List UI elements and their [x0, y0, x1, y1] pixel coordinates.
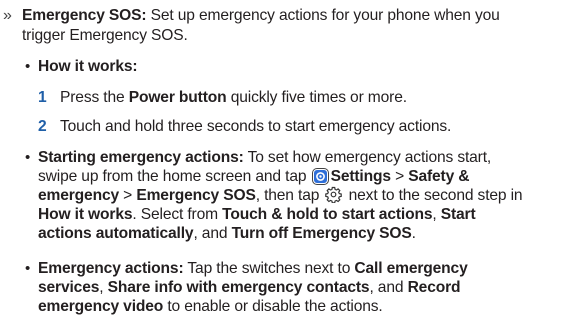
actions-line-3: emergency video to enable or disable the… [38, 297, 383, 317]
intro-title: Emergency SOS: [22, 7, 147, 24]
settings-app-icon [311, 168, 329, 185]
share-option: Share info with emergency contacts [107, 279, 370, 296]
record-option: Record [407, 279, 461, 296]
actions-heading: Emergency actions: [38, 260, 184, 277]
separator: > [119, 187, 137, 204]
step-number-2: 2 [38, 118, 47, 135]
step-2: Touch and hold three seconds to start em… [60, 117, 451, 137]
intro-text: Set up emergency actions for your phone … [150, 7, 500, 24]
intro-text-2: trigger Emergency SOS. [22, 27, 188, 44]
intro-line-1: Emergency SOS: Set up emergency actions … [22, 6, 500, 26]
step-1-post: quickly five times or more. [226, 89, 407, 106]
emergency-label: emergency [38, 187, 119, 204]
separator: , [99, 279, 108, 296]
period: . [411, 225, 416, 242]
starting-text: To set how emergency actions start, [247, 149, 492, 166]
section-marker: » [3, 7, 12, 24]
step-1-pre: Press the [60, 89, 129, 106]
starting-text: swipe up from the home screen and tap [38, 168, 307, 185]
how-it-works-title: How it works: [38, 57, 138, 77]
starting-text: next to the second step in [348, 187, 523, 204]
step-2-text: Touch and hold three seconds to start em… [60, 118, 452, 135]
separator: , and [369, 279, 408, 296]
starting-text: , then tap [255, 187, 320, 204]
starting-heading: Starting emergency actions: [38, 149, 244, 166]
step-1: Press the Power button quickly five time… [60, 88, 407, 108]
settings-label: Settings [330, 168, 391, 185]
starting-line-2: swipe up from the home screen and tap Se… [38, 167, 470, 187]
bullet: • [25, 149, 31, 166]
bullet: • [25, 260, 31, 277]
safety-label: Safety & [408, 168, 470, 185]
call-option: Call emergency [354, 260, 468, 277]
starting-line-3: emergency > Emergency SOS, then tap next… [38, 186, 523, 206]
actions-line-2: services, Share info with emergency cont… [38, 278, 461, 298]
actions-text: to enable or disable the actions. [163, 298, 383, 315]
gear-icon [325, 186, 343, 204]
start-option: Start [440, 206, 476, 223]
starting-text: . Select from [132, 206, 223, 223]
bullet: • [25, 58, 31, 75]
emergency-sos-label: Emergency SOS [136, 187, 256, 204]
power-button-label: Power button [128, 89, 227, 106]
touch-hold-option: Touch & hold to start actions [222, 206, 433, 223]
separator: , [432, 206, 441, 223]
actions-text: Tap the switches next to [187, 260, 355, 277]
starting-line-4: How it works. Select from Touch & hold t… [38, 205, 476, 225]
call-option-cont: services [38, 279, 100, 296]
separator: , and [193, 225, 232, 242]
how-it-works-ref: How it works [38, 206, 133, 223]
actions-line-1: Emergency actions: Tap the switches next… [38, 259, 468, 279]
how-it-works-heading: How it works: [38, 58, 138, 75]
separator: > [390, 168, 409, 185]
intro-line-2: trigger Emergency SOS. [22, 26, 188, 46]
turn-off-option: Turn off Emergency SOS [231, 225, 412, 242]
step-number-1: 1 [38, 89, 47, 106]
starting-line-1: Starting emergency actions: To set how e… [38, 148, 491, 168]
record-option-cont: emergency video [38, 298, 164, 315]
start-option-cont: actions automatically [38, 225, 194, 242]
starting-line-5: actions automatically, and Turn off Emer… [38, 224, 416, 244]
manual-page: » Emergency SOS: Set up emergency action… [0, 0, 585, 319]
